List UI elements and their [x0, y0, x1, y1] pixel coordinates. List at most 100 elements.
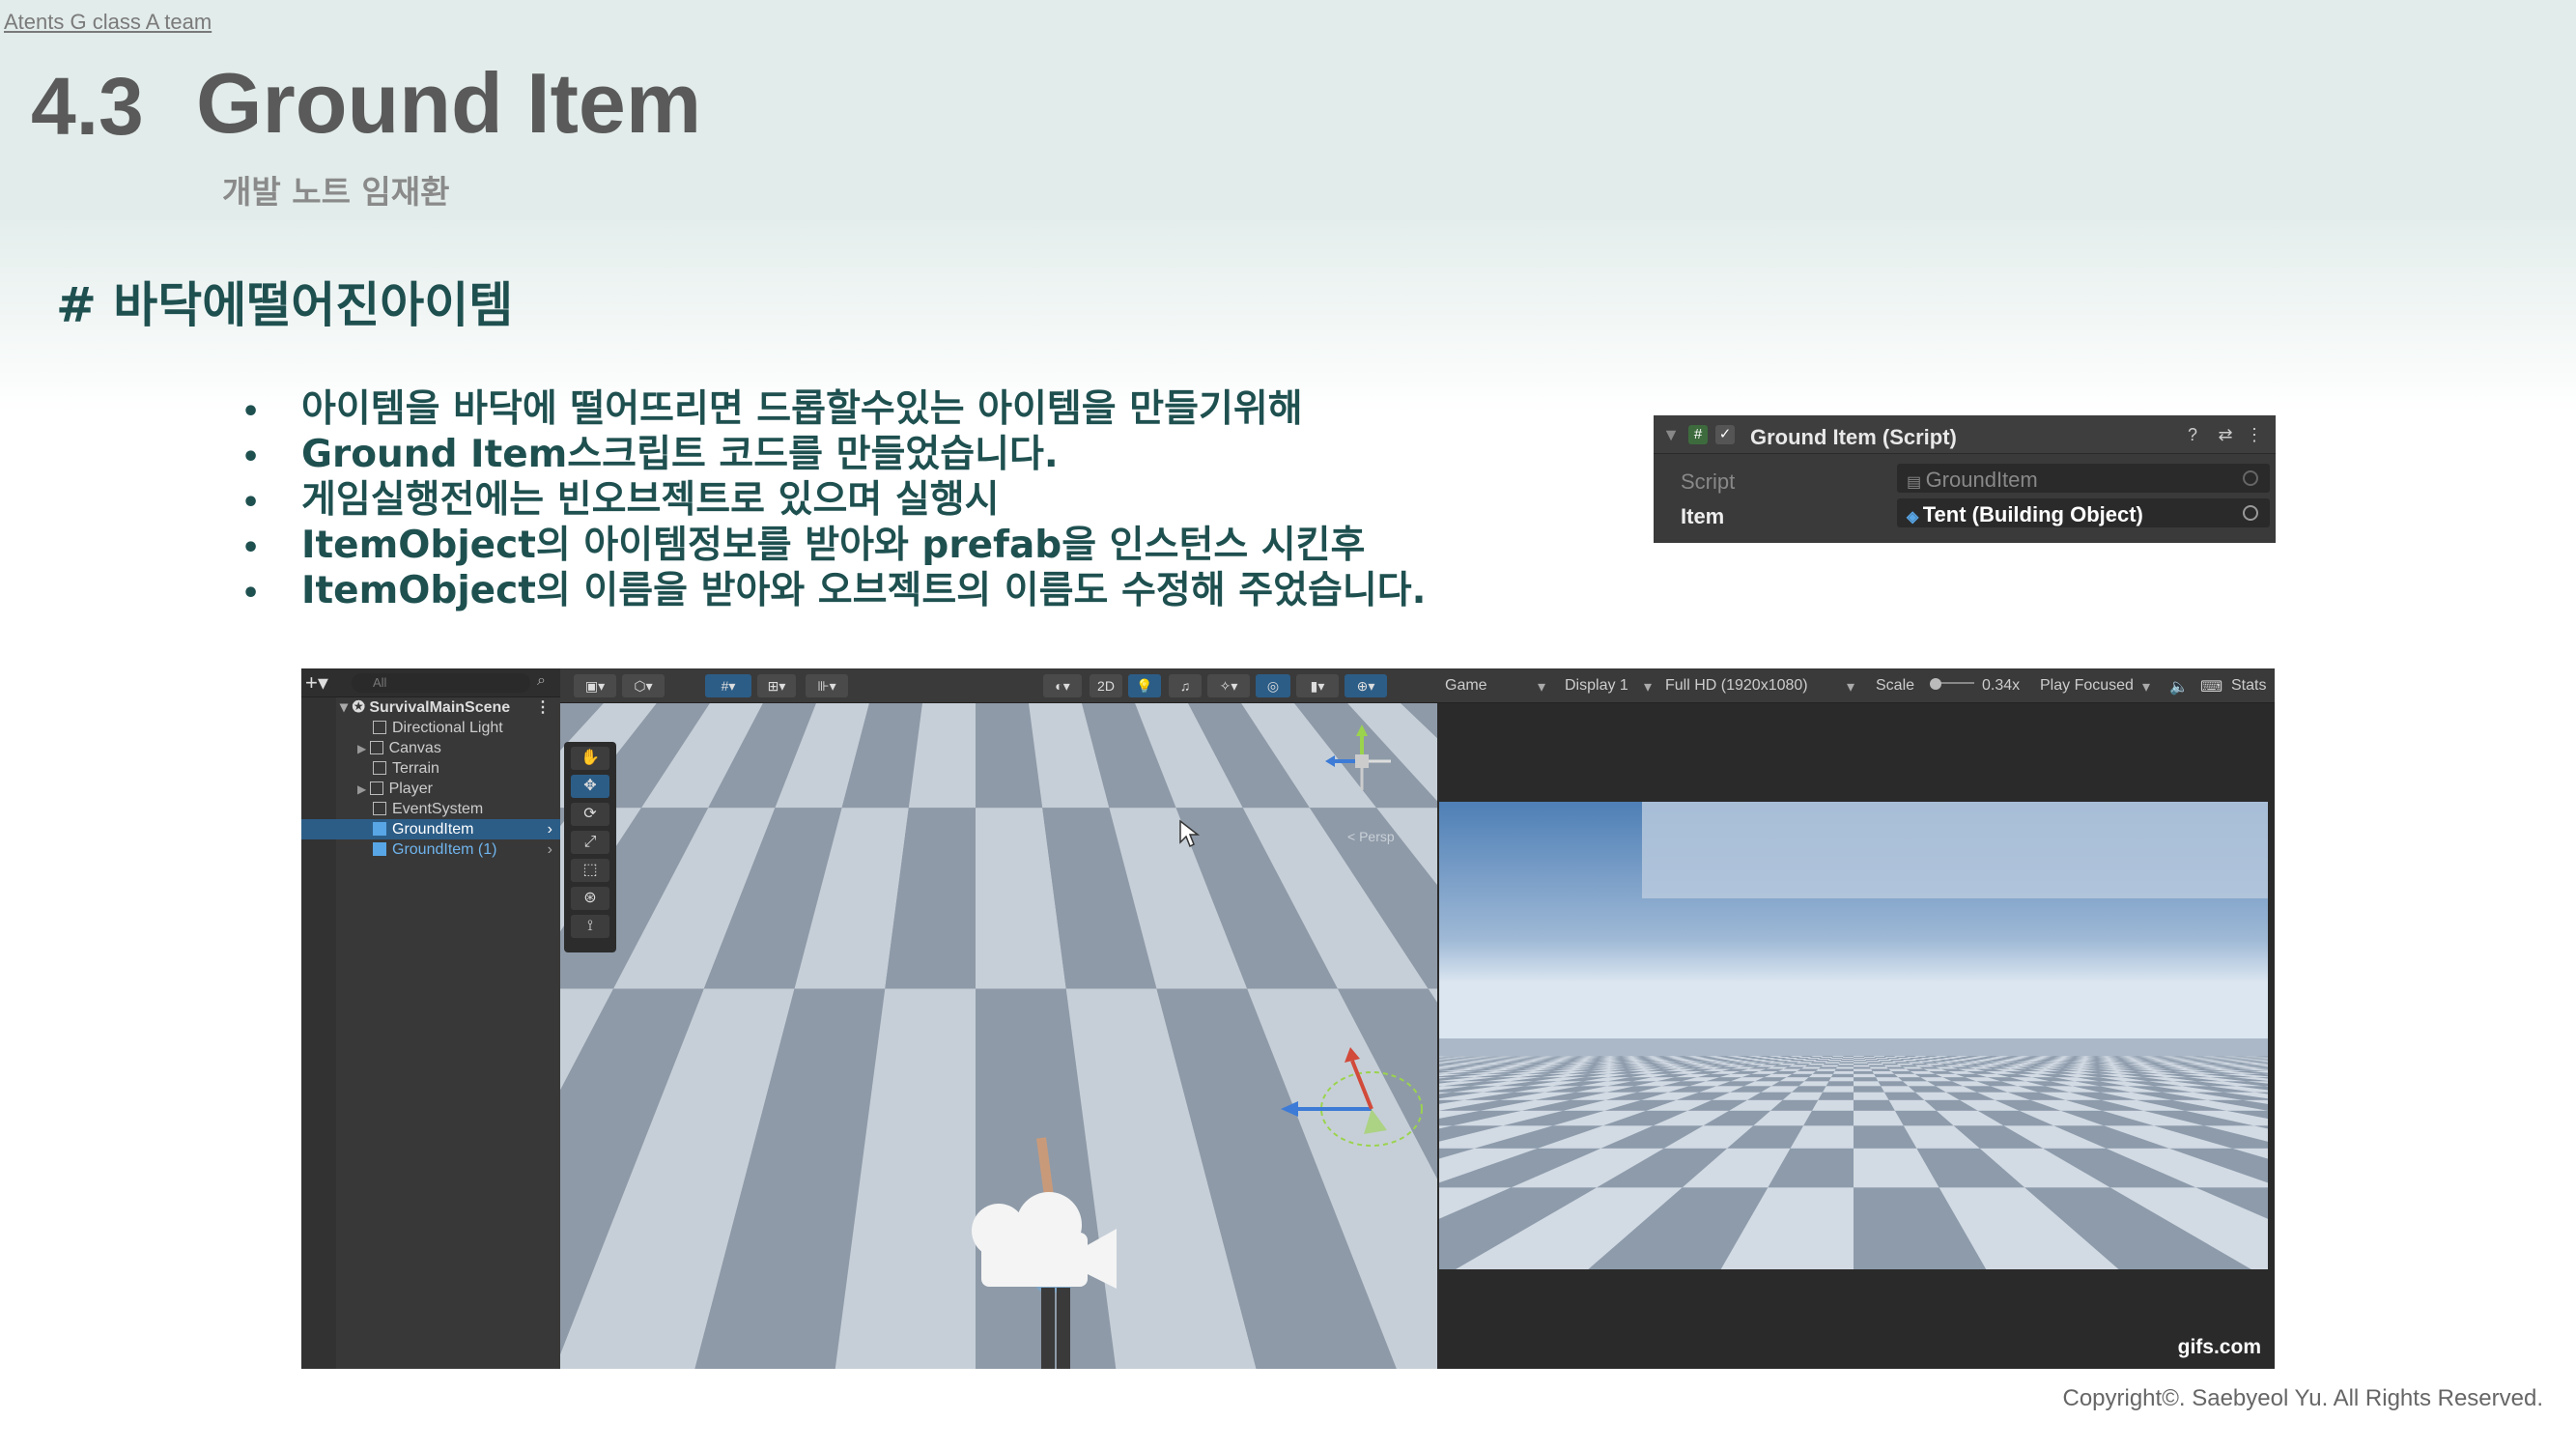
move-tool-icon[interactable]: ✥: [571, 775, 609, 798]
floor-tile: [1886, 1057, 1900, 1059]
floor-tile: [1854, 1059, 1867, 1062]
search-icon[interactable]: ⌕: [537, 672, 546, 690]
audio-toggle[interactable]: ♫: [1169, 674, 1202, 697]
kebab-menu-icon[interactable]: ⋮: [535, 697, 551, 718]
floor-tile: [1863, 1057, 1876, 1058]
floor-tile: [1854, 1062, 1868, 1064]
floor-tile: [1804, 1077, 1831, 1082]
draw-mode-button[interactable]: ◐▾: [1043, 674, 1082, 697]
hierarchy-item-selected[interactable]: GroundItem ›: [301, 819, 560, 839]
mute-audio-icon[interactable]: 🔈: [2169, 677, 2189, 696]
stats-button[interactable]: Stats: [2231, 677, 2266, 695]
scale-tool-icon[interactable]: ⤢: [571, 831, 609, 854]
floor-tile: [1823, 1086, 1854, 1093]
game-viewport[interactable]: [1439, 802, 2268, 1269]
display-dropdown[interactable]: Display 1: [1565, 677, 1628, 695]
visibility-toggle[interactable]: ◎: [1256, 674, 1290, 697]
floor-tile: [1854, 1110, 1904, 1126]
camera-button[interactable]: ▮▾: [1296, 674, 1339, 697]
bullet-item: • 아이템을 바닥에 떨어뜨리면 드롭할수있는 아이템을 만들기위해: [241, 387, 1303, 431]
increment-snap-button[interactable]: ⊪▾: [806, 674, 848, 697]
scriptable-object-icon: ◈: [1907, 509, 1923, 526]
object-picker-icon: [2243, 470, 2258, 486]
chevron-right-icon[interactable]: ›: [548, 819, 552, 839]
grid-button[interactable]: ⊞▾: [757, 674, 796, 697]
help-icon[interactable]: ?: [2183, 425, 2202, 444]
item-value: Tent (Building Object): [1922, 502, 2143, 526]
hierarchy-item-label: GroundItem: [392, 821, 474, 838]
floor-tile: [1854, 1058, 1866, 1060]
keyboard-icon[interactable]: ⌨: [2200, 677, 2222, 696]
floor-tile: [1815, 1059, 1829, 1062]
chevron-down-icon[interactable]: ▾: [1538, 677, 1545, 696]
hierarchy-item[interactable]: GroundItem (1) ›: [301, 839, 560, 860]
scene-view: ▣▾ ⬡▾ #▾ ⊞▾ ⊪▾ ◐▾ 2D 💡 ♫ ✧▾ ◎ ▮▾ ⊕▾ ✋ ✥ …: [560, 668, 1437, 1369]
chevron-down-icon[interactable]: ▾: [1644, 677, 1652, 696]
floor-tile: [1843, 1056, 1854, 1058]
floor-tile: [1854, 1056, 1864, 1058]
script-file-icon: ▤: [1907, 474, 1926, 491]
foldout-arrow-icon[interactable]: ▼: [1661, 425, 1681, 444]
grid-snap-button[interactable]: #▾: [705, 674, 751, 697]
enabled-checkbox[interactable]: ✓: [1715, 425, 1735, 444]
bullet-item: • Ground Item스크립트 코드를 만들었습니다.: [241, 433, 1059, 476]
rect-tool-icon[interactable]: ⬚: [571, 859, 609, 882]
chevron-down-icon[interactable]: ▾: [1847, 677, 1854, 696]
scene-gizmo-icon[interactable]: [1323, 723, 1420, 819]
shading-button[interactable]: ⬡▾: [622, 674, 665, 697]
floor-tile: [1867, 1063, 1884, 1065]
component-header[interactable]: ▼ # ✓ Ground Item (Script) ? ⇄ ⋮: [1654, 415, 2276, 454]
tool-settings-button[interactable]: ▣▾: [574, 674, 616, 697]
2d-toggle[interactable]: 2D: [1090, 674, 1122, 697]
move-gizmo-icon[interactable]: [1275, 1041, 1437, 1177]
bullet-text: 아이템을 바닥에 떨어뜨리면 드롭할수있는 아이템을 만들기위해: [301, 387, 1303, 431]
scene-viewport[interactable]: ✋ ✥ ⟳ ⤢ ⬚ ⊛ ⟟ < Persp: [560, 703, 1437, 1369]
floor-tile: [1884, 1057, 1898, 1058]
custom-tool-icon[interactable]: ⟟: [571, 915, 609, 938]
floor-tile: [1812, 1070, 1835, 1074]
hand-tool-icon[interactable]: ✋: [571, 747, 609, 770]
hierarchy-toolbar: +▾ All ⌕: [301, 668, 560, 697]
hierarchy-item[interactable]: ▶ Player: [301, 779, 560, 799]
gameobject-icon: [369, 781, 383, 795]
floor-tile: [1854, 1070, 1875, 1074]
hierarchy-search-input[interactable]: All: [352, 673, 530, 693]
bullet-item: • ItemObject의 아이템정보를 받아와 prefab을 인스턴스 시킨후: [241, 524, 1366, 567]
floor-tile: [1872, 1070, 1895, 1074]
mouse-cursor-icon: [1179, 819, 1201, 848]
effects-button[interactable]: ✧▾: [1207, 674, 1250, 697]
scale-slider-handle[interactable]: [1930, 678, 1941, 690]
floor-tile: [1838, 1063, 1854, 1065]
game-tab[interactable]: Game: [1445, 677, 1487, 695]
object-picker-icon[interactable]: [2243, 505, 2258, 521]
lighting-toggle[interactable]: 💡: [1128, 674, 1161, 697]
floor-tile: [1812, 1061, 1828, 1063]
floor-tile: [1840, 1059, 1854, 1062]
resolution-dropdown[interactable]: Full HD (1920x1080): [1665, 677, 1808, 695]
kebab-menu-icon[interactable]: ⋮: [2245, 425, 2264, 444]
floor-tile: [1816, 1068, 1836, 1071]
floor-tile: [1864, 1057, 1877, 1059]
hierarchy-item[interactable]: Directional Light: [301, 718, 560, 738]
floor-tile: [1835, 1066, 1854, 1069]
hierarchy-item[interactable]: Terrain: [301, 758, 560, 779]
chevron-down-icon[interactable]: ▾: [2142, 677, 2150, 696]
floor-tile: [1822, 1056, 1834, 1058]
rotate-tool-icon[interactable]: ⟳: [571, 803, 609, 826]
gizmos-button[interactable]: ⊕▾: [1345, 674, 1387, 697]
item-field[interactable]: ◈ Tent (Building Object): [1897, 498, 2270, 527]
add-icon[interactable]: +▾: [305, 670, 328, 696]
team-link[interactable]: Atents G class A team: [4, 10, 212, 35]
floor-tile: [1876, 1058, 1890, 1060]
section-heading: # 바닥에떨어진아이템: [56, 277, 514, 333]
hierarchy-scene-root[interactable]: ▾ ✪ SurvivalMainScene ⋮: [301, 697, 560, 718]
play-mode-dropdown[interactable]: Play Focused: [2040, 677, 2134, 695]
transform-tool-icon[interactable]: ⊛: [571, 887, 609, 910]
floor-tile: [1804, 1058, 1820, 1060]
hierarchy-item[interactable]: ▶ Canvas: [301, 738, 560, 758]
preset-icon[interactable]: ⇄: [2216, 425, 2235, 444]
floor-tile: [1871, 1068, 1891, 1071]
chevron-right-icon[interactable]: ›: [548, 839, 552, 860]
hierarchy-item[interactable]: EventSystem: [301, 799, 560, 819]
floor-tile: [1811, 1056, 1824, 1058]
